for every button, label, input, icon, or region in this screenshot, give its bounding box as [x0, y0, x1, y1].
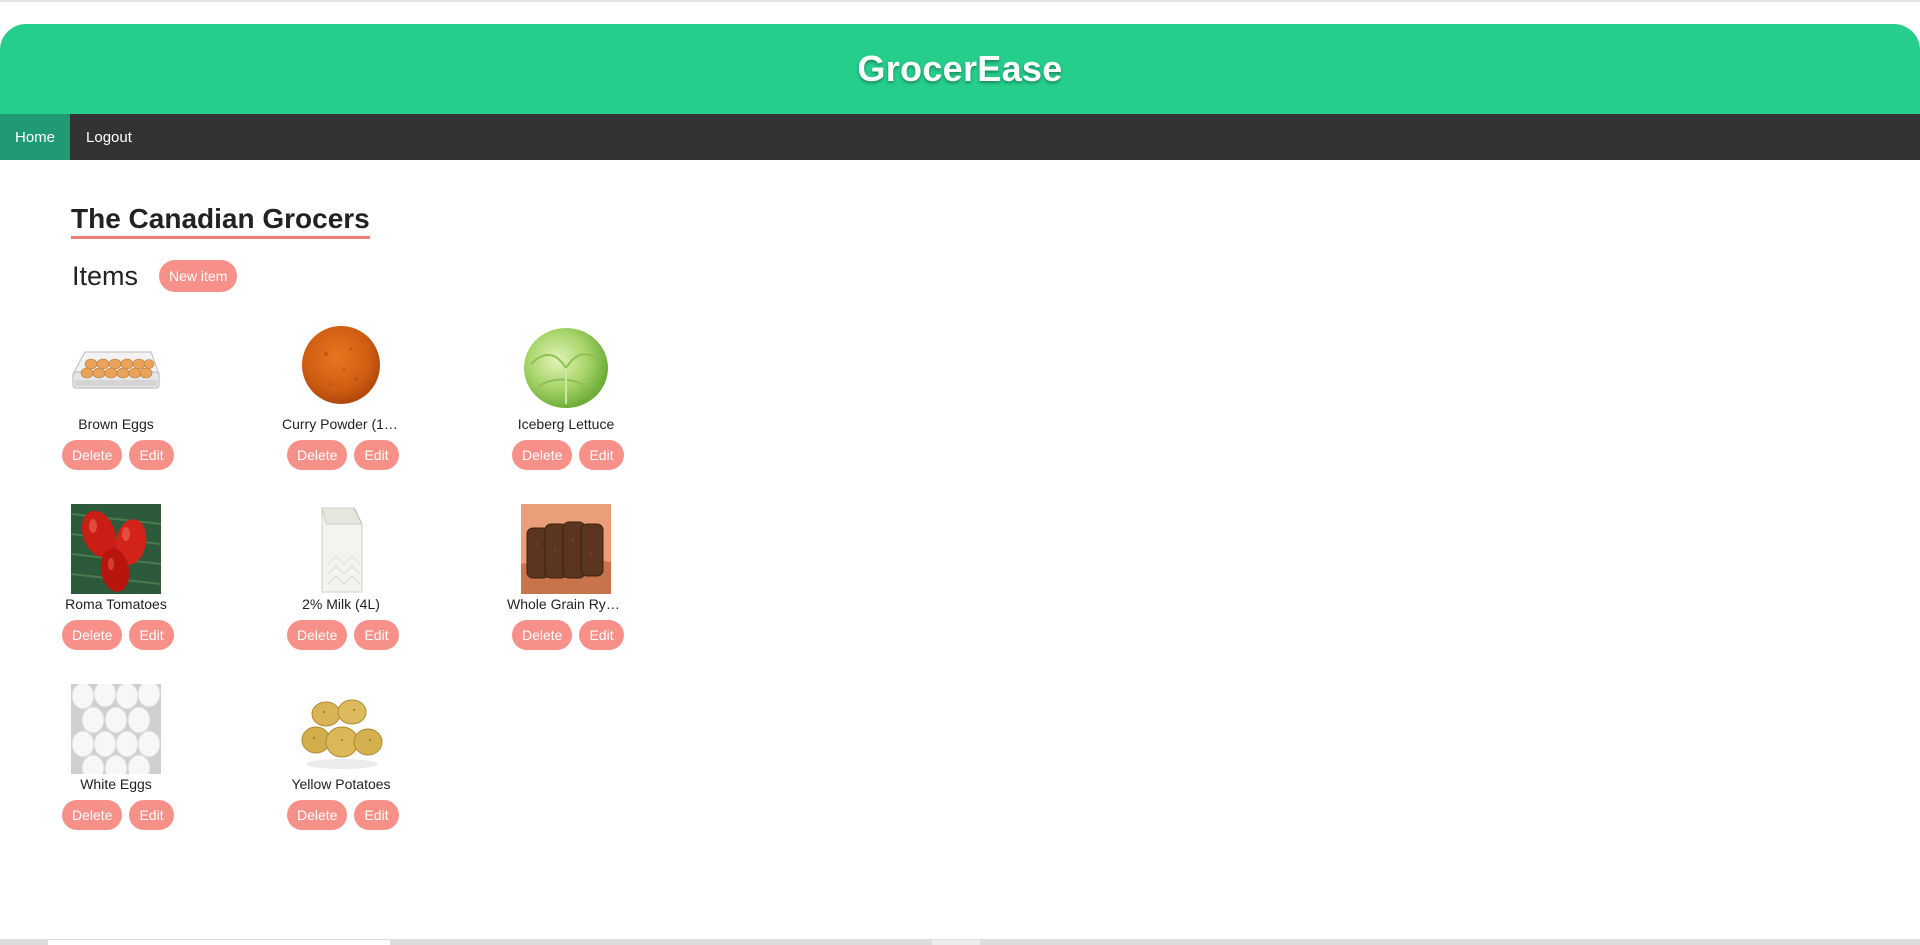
- nav-bar: Home Logout: [0, 114, 1920, 160]
- item-actions: Delete Edit: [512, 440, 624, 470]
- delete-button[interactable]: Delete: [512, 440, 573, 470]
- item-name: Yellow Potatoes: [291, 776, 391, 792]
- item-card: White Eggs Delete Edit: [57, 680, 282, 864]
- item-card: Whole Grain Rye Br... Delete Edit: [507, 504, 732, 684]
- items-heading: Items: [72, 260, 139, 291]
- edit-button[interactable]: Edit: [129, 620, 174, 650]
- item-actions: Delete Edit: [62, 800, 174, 830]
- curry-powder-icon: [296, 324, 386, 414]
- items-header: Items New item: [72, 260, 238, 292]
- item-actions: Delete Edit: [62, 620, 174, 650]
- item-name: Brown Eggs: [78, 416, 154, 432]
- nav-item-logout[interactable]: Logout: [70, 114, 148, 160]
- item-card: Yellow Potatoes Delete Edit: [282, 684, 507, 864]
- delete-button[interactable]: Delete: [287, 620, 348, 650]
- item-name: 2% Milk (4L): [302, 596, 380, 612]
- rye-bread-icon: [521, 504, 611, 594]
- item-card: Brown Eggs Delete Edit: [57, 324, 282, 504]
- scrollbar-segment: [932, 940, 980, 945]
- store-title: The Canadian Grocers: [71, 202, 370, 239]
- edit-button[interactable]: Edit: [354, 620, 399, 650]
- delete-button[interactable]: Delete: [287, 800, 348, 830]
- lettuce-icon: [521, 324, 611, 414]
- item-name: Roma Tomatoes: [65, 596, 167, 612]
- item-card: 2% Milk (4L) Delete Edit: [282, 504, 507, 684]
- delete-button[interactable]: Delete: [62, 800, 123, 830]
- item-card: Iceberg Lettuce Delete Edit: [507, 324, 732, 504]
- item-card: Curry Powder (100g) Delete Edit: [282, 324, 507, 504]
- app-title: GrocerEase: [857, 48, 1063, 89]
- edit-button[interactable]: Edit: [129, 800, 174, 830]
- item-name: Curry Powder (100g): [282, 416, 400, 432]
- edit-button[interactable]: Edit: [354, 800, 399, 830]
- item-actions: Delete Edit: [287, 440, 399, 470]
- delete-button[interactable]: Delete: [62, 440, 123, 470]
- delete-button[interactable]: Delete: [287, 440, 348, 470]
- white-eggs-icon: [71, 680, 161, 782]
- item-actions: Delete Edit: [287, 800, 399, 830]
- scrollbar-thumb[interactable]: [48, 940, 390, 945]
- item-actions: Delete Edit: [62, 440, 174, 470]
- edit-button[interactable]: Edit: [129, 440, 174, 470]
- milk-carton-icon: [296, 504, 386, 594]
- item-actions: Delete Edit: [512, 620, 624, 650]
- delete-button[interactable]: Delete: [62, 620, 123, 650]
- item-actions: Delete Edit: [287, 620, 399, 650]
- browser-top-border: [0, 0, 1920, 2]
- egg-carton-icon: [71, 324, 161, 414]
- tomatoes-icon: [70, 504, 162, 594]
- potatoes-icon: [296, 684, 386, 774]
- new-item-button[interactable]: New item: [159, 260, 238, 292]
- item-name: Whole Grain Rye Br...: [507, 596, 625, 612]
- item-name: White Eggs: [80, 776, 152, 792]
- horizontal-scrollbar[interactable]: [0, 939, 1920, 945]
- app-header: GrocerEase: [0, 24, 1920, 114]
- delete-button[interactable]: Delete: [512, 620, 573, 650]
- edit-button[interactable]: Edit: [579, 440, 624, 470]
- nav-item-home[interactable]: Home: [0, 114, 71, 160]
- item-name: Iceberg Lettuce: [517, 416, 615, 432]
- items-grid: Brown Eggs Delete Edit Curry Powder (100…: [57, 324, 732, 864]
- edit-button[interactable]: Edit: [579, 620, 624, 650]
- edit-button[interactable]: Edit: [354, 440, 399, 470]
- item-card: Roma Tomatoes Delete Edit: [57, 504, 282, 684]
